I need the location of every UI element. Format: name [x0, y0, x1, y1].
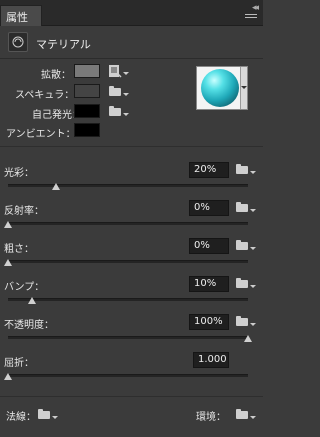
- slider-folder-icon[interactable]: [236, 164, 249, 174]
- slider-folder-icon[interactable]: [236, 278, 249, 288]
- slider-folder-icon[interactable]: [236, 240, 249, 250]
- tab-properties-label: 属性: [6, 11, 28, 24]
- slider-track[interactable]: [8, 374, 248, 377]
- slider-label: バンプ：: [4, 282, 45, 293]
- slider-thumb[interactable]: [244, 335, 252, 342]
- slider-dropdown-caret[interactable]: [250, 171, 256, 174]
- section-divider: [0, 146, 263, 147]
- collapse-icon[interactable]: ◂◂: [252, 3, 259, 13]
- panel-titlebar: 属性 ◂◂: [0, 0, 263, 26]
- panel-footer: 法線： 環境：: [0, 396, 263, 437]
- slider-folder-icon[interactable]: [236, 316, 249, 326]
- material-preview-sphere: [201, 69, 239, 107]
- slider-thumb[interactable]: [4, 373, 12, 380]
- tab-properties[interactable]: 属性: [0, 5, 42, 26]
- slider-dropdown-caret[interactable]: [250, 323, 256, 326]
- diffuse-dropdown-caret[interactable]: [123, 72, 129, 75]
- slider-track[interactable]: [8, 260, 248, 263]
- specular-color-swatch[interactable]: [74, 84, 100, 98]
- specular-folder-icon[interactable]: [109, 86, 122, 96]
- slider-value-input[interactable]: 0%: [189, 200, 229, 216]
- slider-value-input[interactable]: 0%: [189, 238, 229, 254]
- environment-folder-icon[interactable]: [236, 409, 249, 419]
- specular-label: スペキュラ：: [15, 90, 75, 101]
- normal-dropdown-caret[interactable]: [52, 416, 58, 419]
- diffuse-color-swatch[interactable]: [74, 64, 100, 78]
- slider-track[interactable]: [8, 298, 248, 301]
- slider-label: 屈折：: [4, 358, 34, 369]
- slider-track[interactable]: [8, 184, 248, 187]
- slider-dropdown-caret[interactable]: [250, 209, 256, 212]
- preview-dropdown[interactable]: [240, 67, 247, 109]
- slider-label: 粗さ：: [4, 244, 34, 255]
- slider-dropdown-caret[interactable]: [250, 247, 256, 250]
- slider-value-input[interactable]: 1.000: [193, 352, 229, 368]
- panel-title: マテリアル: [36, 38, 91, 51]
- slider-value-input[interactable]: 100%: [189, 314, 229, 330]
- slider-track[interactable]: [8, 336, 248, 339]
- slider-thumb[interactable]: [4, 259, 12, 266]
- self-illumination-dropdown-caret[interactable]: [123, 113, 129, 116]
- slider-label: 不透明度：: [4, 320, 54, 331]
- texture-map-icon[interactable]: [108, 64, 122, 78]
- slider-thumb[interactable]: [52, 183, 60, 190]
- material-icon: [8, 32, 28, 52]
- self-illumination-folder-icon[interactable]: [109, 106, 122, 116]
- slider-label: 反射率：: [4, 206, 44, 217]
- slider-dropdown-caret[interactable]: [250, 285, 256, 288]
- slider-value-input[interactable]: 20%: [189, 162, 229, 178]
- panel-menu-icon[interactable]: [245, 14, 257, 22]
- slider-track[interactable]: [8, 222, 248, 225]
- environment-dropdown-caret[interactable]: [250, 416, 256, 419]
- slider-thumb[interactable]: [4, 221, 12, 228]
- diffuse-label: 拡散：: [41, 70, 71, 81]
- normal-label: 法線：: [6, 412, 36, 423]
- specular-dropdown-caret[interactable]: [123, 93, 129, 96]
- environment-label: 環境：: [196, 412, 226, 423]
- slider-thumb[interactable]: [28, 297, 36, 304]
- ambient-label: アンビエント：: [6, 129, 76, 140]
- slider-label: 光彩：: [4, 168, 34, 179]
- slider-folder-icon[interactable]: [236, 202, 249, 212]
- normal-folder-icon[interactable]: [38, 409, 51, 419]
- ambient-color-swatch[interactable]: [74, 123, 100, 137]
- slider-value-input[interactable]: 10%: [189, 276, 229, 292]
- material-preview[interactable]: [196, 66, 248, 110]
- material-header: マテリアル: [0, 27, 263, 59]
- self-illumination-color-swatch[interactable]: [74, 104, 100, 118]
